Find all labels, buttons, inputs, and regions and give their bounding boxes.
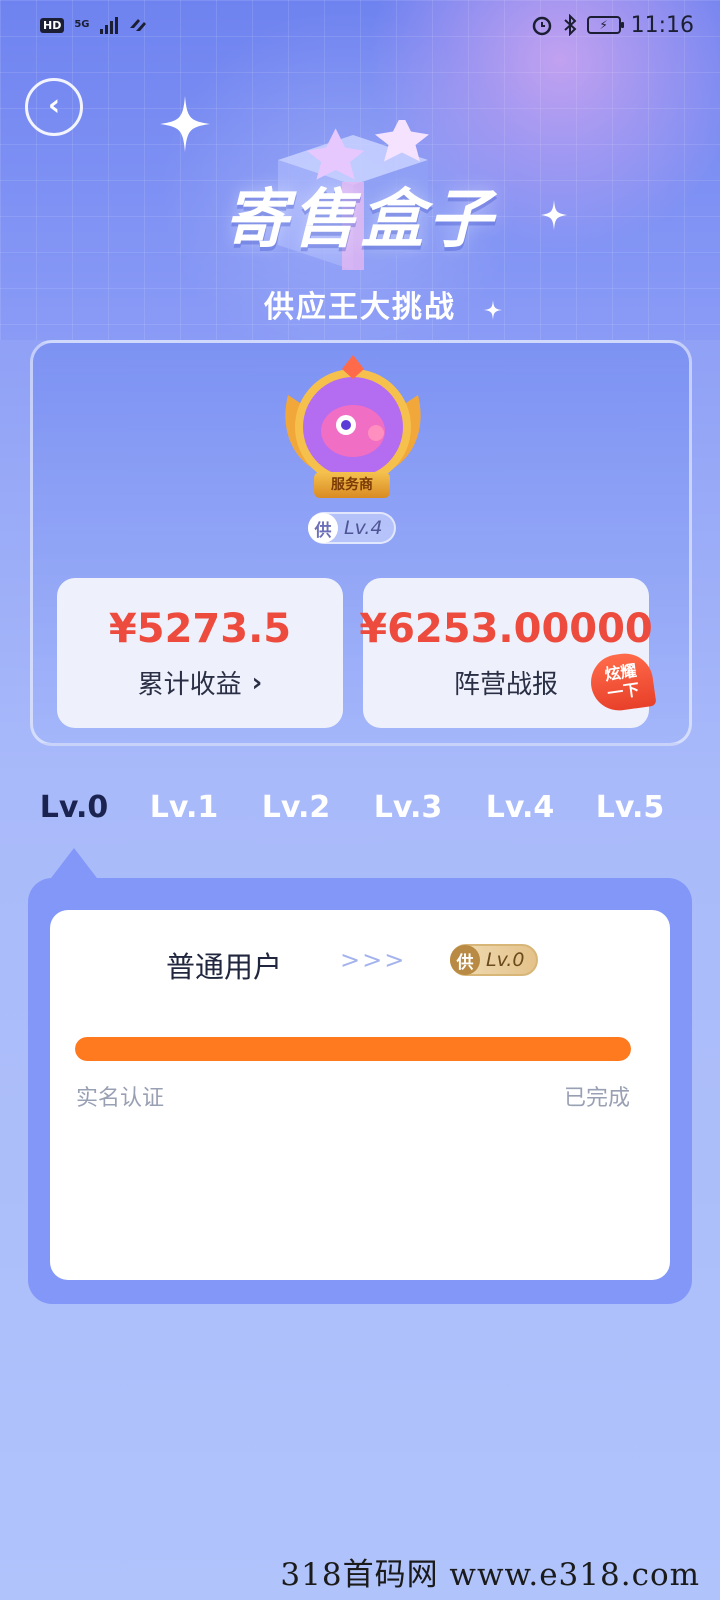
- cumulative-income-label: 累计收益: [137, 670, 242, 700]
- status-bar: HD 5G ⚡ 11:16: [0, 0, 720, 50]
- tab-lv4[interactable]: Lv.4: [470, 790, 570, 825]
- cumulative-income-value: ¥5273.5: [108, 606, 292, 652]
- tab-lv5[interactable]: Lv.5: [580, 790, 680, 825]
- signal-icon: [99, 16, 118, 34]
- alarm-icon: [532, 16, 551, 36]
- show-off-button[interactable]: 炫耀 一下: [587, 649, 657, 715]
- level-tabs: Lv.0 Lv.1 Lv.2 Lv.3 Lv.4 Lv.5: [0, 790, 720, 838]
- chevron-right-icon: ›: [251, 667, 263, 698]
- network-type: 5G: [74, 19, 90, 30]
- tab-indicator: [48, 848, 100, 882]
- medal-label: 服务商: [314, 472, 390, 498]
- target-level-badge: 供 Lv.0: [450, 944, 539, 976]
- page-subtitle: 供应王大挑战: [264, 290, 456, 325]
- target-level-text: Lv.0: [486, 949, 525, 971]
- supplier-badge-icon: 供: [450, 945, 480, 975]
- camp-report-label-row: 阵营战报: [454, 664, 558, 701]
- watermark: 318首码网 www.e318.com: [280, 1557, 700, 1593]
- tab-lv2[interactable]: Lv.2: [246, 790, 346, 825]
- tab-lv1[interactable]: Lv.1: [134, 790, 234, 825]
- status-right: ⚡ 11:16: [531, 13, 694, 38]
- battery-icon: ⚡: [586, 16, 624, 34]
- requirement-label: 实名认证: [76, 1086, 165, 1111]
- requirement-status: 已完成: [563, 1086, 630, 1111]
- arrow-right-icon: >>>: [340, 946, 407, 974]
- chevron-left-icon: ‹: [47, 87, 61, 123]
- cumulative-income-label-row: 累计收益 ›: [138, 664, 263, 701]
- tab-lv0[interactable]: Lv.0: [24, 790, 124, 825]
- wifi-icon: [129, 19, 146, 31]
- camp-report-card[interactable]: ¥6253.00000 阵营战报 炫耀 一下: [359, 578, 657, 728]
- current-role-label: 普通用户: [166, 950, 283, 984]
- camp-report-label: 阵营战报: [453, 670, 558, 700]
- status-left: HD 5G: [40, 16, 150, 34]
- cumulative-income-card[interactable]: ¥5273.5 累计收益 ›: [57, 578, 343, 728]
- hd-icon: HD: [40, 17, 65, 33]
- supplier-badge-icon: 供: [308, 513, 338, 543]
- requirement-progress-bar: [75, 1037, 631, 1061]
- tab-lv3[interactable]: Lv.3: [358, 790, 458, 825]
- camp-report-value: ¥6253.00000: [359, 606, 653, 652]
- sparkle-icon: [160, 96, 210, 152]
- clock: 11:16: [630, 12, 694, 38]
- user-level-text: Lv.4: [344, 517, 383, 539]
- bluetooth-icon: [563, 14, 577, 36]
- user-level-badge: 供 Lv.4: [308, 512, 397, 544]
- back-button[interactable]: ‹: [25, 78, 83, 136]
- progress-fill: [75, 1037, 631, 1061]
- page-title: 寄售盒子: [224, 183, 496, 257]
